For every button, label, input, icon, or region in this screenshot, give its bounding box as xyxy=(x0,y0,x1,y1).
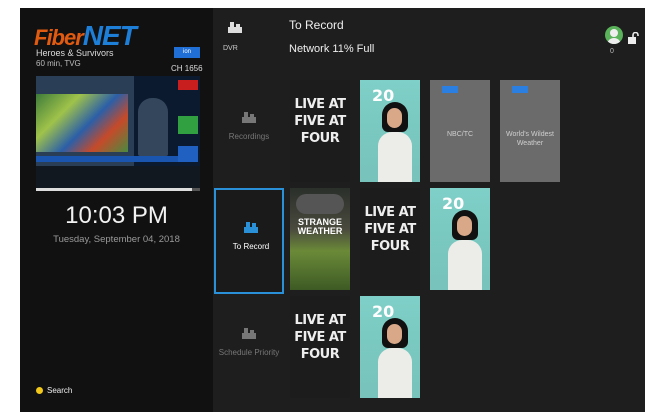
preview-blue-block xyxy=(178,146,198,162)
channel-number: CH 1656 xyxy=(171,64,203,73)
tile-person-face xyxy=(387,324,402,344)
tile-title: NBC/TC xyxy=(446,131,474,138)
user-body-shape xyxy=(607,38,621,44)
preview-presenter xyxy=(138,98,168,156)
page-title: To Record xyxy=(289,18,344,32)
live-tv-preview[interactable] xyxy=(36,76,200,188)
program-tile[interactable]: World's Wildest Weather xyxy=(500,80,560,182)
tile-person-body xyxy=(378,348,412,398)
program-tile[interactable]: LIVE AT FIVE AT FOUR xyxy=(290,296,350,398)
preview-green-block xyxy=(178,116,198,134)
user-head-shape xyxy=(610,29,618,37)
program-tile[interactable]: 20 xyxy=(360,296,420,398)
unlock-icon[interactable] xyxy=(627,32,639,44)
preview-weather-map xyxy=(36,94,128,152)
program-tile[interactable]: LIVE AT FIVE AT FOUR xyxy=(360,188,420,290)
program-tile[interactable]: LIVE AT FIVE AT FOUR xyxy=(290,80,350,182)
program-progress-bar xyxy=(36,188,200,191)
preview-bottom-bar xyxy=(36,166,200,188)
tile-title: LIVE AT FIVE AT FOUR xyxy=(294,97,346,146)
program-tile[interactable]: STRANGE WEATHER xyxy=(290,188,350,290)
preview-ticker-bar xyxy=(36,156,178,162)
program-tile[interactable]: 20 xyxy=(360,80,420,182)
program-tile[interactable]: NBC/TC xyxy=(430,80,490,182)
category-label: To Record xyxy=(232,242,270,251)
tile-title: World's Wildest Weather xyxy=(506,131,554,147)
search-label: Search xyxy=(47,386,73,395)
user-count: 0 xyxy=(610,48,614,55)
to-record-icon xyxy=(244,222,258,233)
category-label: Recordings xyxy=(228,132,270,141)
tv-screen: FiberNET Heroes & Survivors 60 min, TVG … xyxy=(20,8,645,412)
tile-storm-cloud xyxy=(296,194,344,214)
dvr-label: DVR xyxy=(223,45,238,52)
tile-channel-logo xyxy=(512,86,528,93)
tile-person-body xyxy=(448,240,482,290)
category-label: Schedule Priority xyxy=(218,348,280,357)
program-meta: 60 min, TVG xyxy=(36,59,81,68)
tile-person-face xyxy=(457,216,472,236)
yellow-button-icon xyxy=(36,387,43,394)
logo-fiber-text: Fiber xyxy=(34,25,84,50)
user-profile-icon[interactable] xyxy=(605,26,623,44)
left-info-panel: FiberNET Heroes & Survivors 60 min, TVG … xyxy=(20,8,213,412)
category-to-record[interactable]: To Record xyxy=(214,188,284,294)
program-title: Heroes & Survivors xyxy=(36,48,114,58)
dvr-main-panel: DVR To Record Network 11% Full 0 Recordi… xyxy=(213,8,645,412)
program-progress-fill xyxy=(36,188,192,191)
tile-title: LIVE AT FIVE AT FOUR xyxy=(294,313,346,362)
category-recordings[interactable]: Recordings xyxy=(214,80,284,186)
preview-red-block xyxy=(178,80,198,90)
category-schedule-priority[interactable]: Schedule Priority xyxy=(214,296,284,402)
program-tile[interactable]: 20 xyxy=(430,188,490,290)
tile-person-body xyxy=(378,132,412,182)
clock-date: Tuesday, September 04, 2018 xyxy=(53,234,180,245)
tile-channel-logo xyxy=(442,86,458,93)
dvr-icon xyxy=(228,22,242,33)
logo-net-text: NET xyxy=(82,20,137,51)
recordings-icon xyxy=(242,112,256,123)
tile-title: LIVE AT FIVE AT FOUR xyxy=(364,205,416,254)
storage-status: Network 11% Full xyxy=(289,43,375,55)
channel-logo: ion xyxy=(174,47,200,58)
search-hint[interactable]: Search xyxy=(36,386,72,395)
tile-title: STRANGE WEATHER xyxy=(297,217,343,236)
tile-person-face xyxy=(387,108,402,128)
schedule-priority-icon xyxy=(242,328,256,339)
clock-time: 10:03 PM xyxy=(65,202,168,229)
